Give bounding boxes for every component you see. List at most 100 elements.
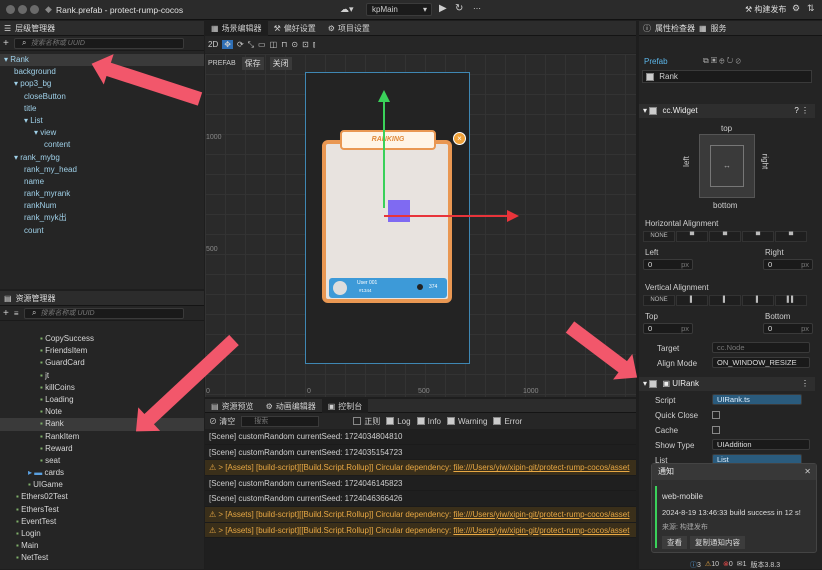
tree-node[interactable]: title xyxy=(0,103,204,115)
widget-anchor-box[interactable]: ↔ xyxy=(699,134,755,198)
hierarchy-search-input[interactable]: 搜索名称或 UUID xyxy=(13,37,184,49)
warning-status[interactable]: ⚠10 xyxy=(705,560,719,569)
publish-button[interactable]: ⚒ 构建发布 xyxy=(745,4,786,15)
asset-item[interactable]: ▪ NetTest xyxy=(0,552,204,564)
asset-item[interactable]: ▪ jt xyxy=(0,370,204,382)
tree-node[interactable]: name xyxy=(0,176,204,188)
device-icon[interactable]: ☁▾ xyxy=(340,4,354,15)
close-window-icon[interactable] xyxy=(6,5,15,14)
align-center-icon[interactable]: ▀ xyxy=(709,231,741,242)
node-name-input[interactable]: Rank xyxy=(659,72,678,81)
error-status[interactable]: ⊗0 xyxy=(723,560,733,569)
local-icon[interactable]: ⊡ xyxy=(302,40,309,49)
x-axis-arrow-icon[interactable] xyxy=(507,210,519,222)
asset-item[interactable]: ▪ Main xyxy=(0,540,204,552)
cache-checkbox[interactable] xyxy=(712,426,720,434)
info-checkbox[interactable] xyxy=(416,417,425,426)
tree-node[interactable]: content xyxy=(0,139,204,151)
asset-item[interactable]: ▪ seat xyxy=(0,455,204,467)
sync-icon[interactable]: ⇅ xyxy=(807,3,815,14)
asset-item[interactable]: ▪ GuardCard xyxy=(0,357,204,369)
align-mode-select[interactable]: ON_WINDOW_RESIZE xyxy=(712,357,810,368)
asset-item[interactable]: ▪ CopySuccess xyxy=(0,333,204,345)
file-link[interactable]: file:///Users/yiw/xipin-git/protect-rump… xyxy=(453,510,629,519)
align-left-icon[interactable]: ▀ xyxy=(676,231,708,242)
asset-item[interactable]: ▪ Ethers02Test xyxy=(0,491,204,503)
close-icon[interactable]: ✕ xyxy=(804,464,811,480)
align-right-icon[interactable]: ▀ xyxy=(742,231,774,242)
node-active-checkbox[interactable] xyxy=(646,73,654,81)
tree-node[interactable]: count xyxy=(0,225,204,237)
add-node-icon[interactable]: + xyxy=(3,38,9,49)
clear-console-button[interactable]: ⊘ 清空 xyxy=(209,416,235,427)
refresh-icon[interactable]: ↻ xyxy=(455,3,463,14)
align-bottom-icon[interactable]: ▌ xyxy=(742,295,774,306)
asset-item[interactable]: ▪ Login xyxy=(0,528,204,540)
y-axis-arrow-icon[interactable] xyxy=(378,90,390,102)
tree-node[interactable]: ▾ rank_mybg xyxy=(0,152,204,164)
v-align-none[interactable]: NONE xyxy=(643,295,675,306)
console-line[interactable]: [Scene] customRandom currentSeed: 172403… xyxy=(205,429,636,445)
rect-tool-icon[interactable]: ▭ xyxy=(258,40,266,49)
align-icon[interactable]: ⫾ xyxy=(313,40,316,50)
mode-2d-toggle[interactable]: 2D xyxy=(208,40,218,49)
console-line[interactable]: [Scene] customRandom currentSeed: 172404… xyxy=(205,491,636,507)
asset-item[interactable]: ▪ Reward xyxy=(0,443,204,455)
regex-toggle[interactable]: 正则 xyxy=(353,416,380,427)
component-menu-icon[interactable]: ? ⋮ xyxy=(794,104,809,118)
script-field[interactable]: UIRank.ts xyxy=(712,394,802,405)
log-checkbox[interactable] xyxy=(386,417,395,426)
tree-node[interactable]: ▾ view xyxy=(0,127,204,139)
align-vstretch-icon[interactable]: ▌▌ xyxy=(775,295,807,306)
file-link[interactable]: file:///Users/yiw/xipin-git/protect-rump… xyxy=(453,526,629,535)
uirank-section-header[interactable]: ▾ ▣ UIRank ⋮ xyxy=(639,377,815,391)
bottom-offset-input[interactable]: 0 px xyxy=(763,323,813,334)
tab-animation-editor[interactable]: ⚙ 动画编辑器 xyxy=(260,399,322,413)
tree-node[interactable]: rank_myk出 xyxy=(0,212,204,224)
tab-project-settings[interactable]: ⚙ 项目设置 xyxy=(322,21,376,36)
right-offset-input[interactable]: 0 px xyxy=(763,259,813,270)
filter-error[interactable]: Error xyxy=(493,417,522,426)
asset-item[interactable]: ▪ Rank xyxy=(0,418,204,431)
widget-section-header[interactable]: ▾ cc.Widget ? ⋮ xyxy=(639,104,815,118)
quick-close-checkbox[interactable] xyxy=(712,411,720,419)
left-offset-input[interactable]: 0 px xyxy=(643,259,693,270)
tab-asset-preview[interactable]: ▤ 资源预览 xyxy=(205,399,260,413)
widget-enabled-checkbox[interactable] xyxy=(649,106,658,115)
more-icon[interactable]: ⋯ xyxy=(473,4,481,13)
save-prefab-button[interactable]: 保存 xyxy=(241,57,264,70)
zoom-window-icon[interactable] xyxy=(30,5,39,14)
asset-item[interactable]: ▪ FriendsItem xyxy=(0,345,204,357)
console-line[interactable]: ⚠ > [Assets] [build-script][[Build.Scrip… xyxy=(205,460,636,476)
scene-select[interactable]: kpMain ▾ xyxy=(366,3,432,16)
prefab-toolbar-icons[interactable]: ⧉ ▣ ⊕ ↻ ⊘ xyxy=(703,56,741,66)
asset-item[interactable]: ▪ EthersTest xyxy=(0,504,204,516)
uirank-enabled-checkbox[interactable] xyxy=(649,379,658,388)
tab-scene[interactable]: ▦ 场景编辑器 xyxy=(205,21,268,36)
align-top-icon[interactable]: ▌ xyxy=(676,295,708,306)
align-middle-icon[interactable]: ▌ xyxy=(709,295,741,306)
add-asset-icon[interactable]: + xyxy=(3,308,9,319)
view-button[interactable]: 查看 xyxy=(662,536,687,549)
x-axis-gizmo[interactable] xyxy=(384,215,508,217)
console-line[interactable]: ⚠ > [Assets] [build-script][[Build.Scrip… xyxy=(205,522,636,539)
tab-console[interactable]: ▣ 控制台 xyxy=(321,399,369,413)
tab-services[interactable]: 服务 xyxy=(711,23,727,34)
align-stretch-icon[interactable]: ▀ xyxy=(775,231,807,242)
error-checkbox[interactable] xyxy=(493,417,502,426)
target-field[interactable]: cc.Node xyxy=(712,342,810,353)
scene-viewport[interactable]: PREFAB 保存 关闭 1000 500 0 0 500 1000 × Use… xyxy=(205,54,636,397)
transform-tool-icon[interactable]: ◫ xyxy=(270,40,278,49)
notify-status[interactable]: ✉1 xyxy=(737,560,747,569)
pivot-icon[interactable]: ⊙ xyxy=(291,40,298,49)
play-icon[interactable]: ▶ xyxy=(439,3,447,14)
asset-item[interactable]: ▸ ▬ cards xyxy=(0,467,204,479)
collapse-icon[interactable]: ▾ xyxy=(643,379,647,388)
asset-item[interactable]: ▪ EventTest xyxy=(0,516,204,528)
close-prefab-button[interactable]: 关闭 xyxy=(269,57,292,70)
snap-icon[interactable]: ⊓ xyxy=(281,40,287,49)
settings-icon[interactable]: ⚙ xyxy=(792,3,800,14)
info-status[interactable]: ⓘ3 xyxy=(690,560,701,569)
tree-node[interactable]: ▾ List xyxy=(0,115,204,127)
top-offset-input[interactable]: 0 px xyxy=(643,323,693,334)
